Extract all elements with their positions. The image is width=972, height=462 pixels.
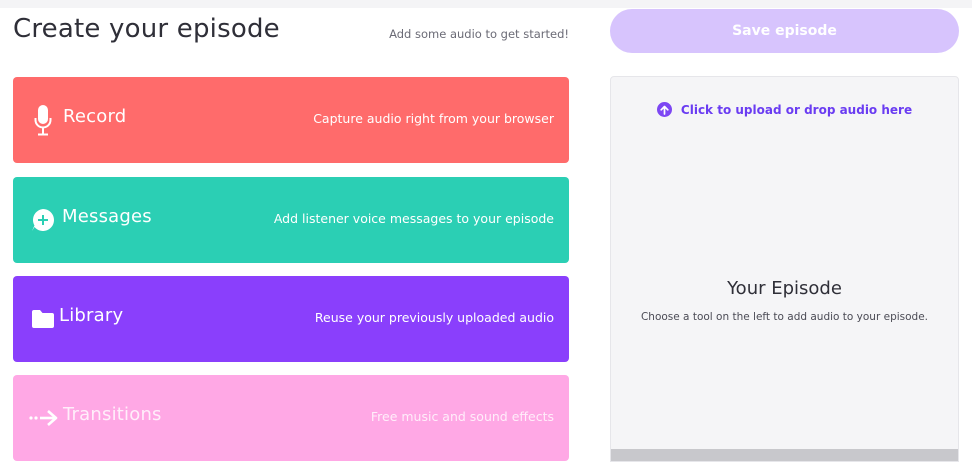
messages-tool-label: Messages	[62, 206, 152, 227]
page-title: Create your episode	[13, 14, 280, 44]
panel-bottom-bar	[611, 449, 958, 461]
library-tool-label: Library	[59, 305, 124, 326]
upload-label: Click to upload or drop audio here	[680, 102, 913, 117]
library-tool-button[interactable]: Library Reuse your previously uploaded a…	[13, 276, 569, 362]
upload-arrow-icon	[656, 102, 672, 117]
arrow-right-icon	[27, 403, 61, 433]
upload-drop-zone[interactable]: Click to upload or drop audio here	[611, 102, 958, 117]
episode-subtitle: Choose a tool on the left to add audio t…	[640, 311, 929, 323]
record-tool-description: Capture audio right from your browser	[313, 111, 554, 126]
transitions-tool-label: Transitions	[63, 404, 162, 425]
record-tool-label: Record	[63, 106, 127, 127]
messages-tool-button[interactable]: Messages Add listener voice messages to …	[13, 177, 569, 263]
transitions-tool-button[interactable]: Transitions Free music and sound effects	[13, 375, 569, 461]
record-tool-button[interactable]: Record Capture audio right from your bro…	[13, 77, 569, 163]
messages-tool-description: Add listener voice messages to your epis…	[273, 211, 554, 226]
folder-icon	[28, 304, 58, 334]
episode-panel[interactable]: Click to upload or drop audio here Your …	[610, 76, 959, 462]
episode-title: Your Episode	[727, 278, 842, 299]
transitions-tool-description: Free music and sound effects	[370, 409, 554, 424]
message-plus-icon	[28, 205, 58, 235]
save-episode-button[interactable]: Save episode	[610, 9, 959, 53]
getting-started-hint: Add some audio to get started!	[389, 27, 569, 41]
library-tool-description: Reuse your previously uploaded audio	[314, 310, 554, 325]
top-strip	[0, 0, 972, 8]
microphone-icon	[28, 105, 58, 136]
